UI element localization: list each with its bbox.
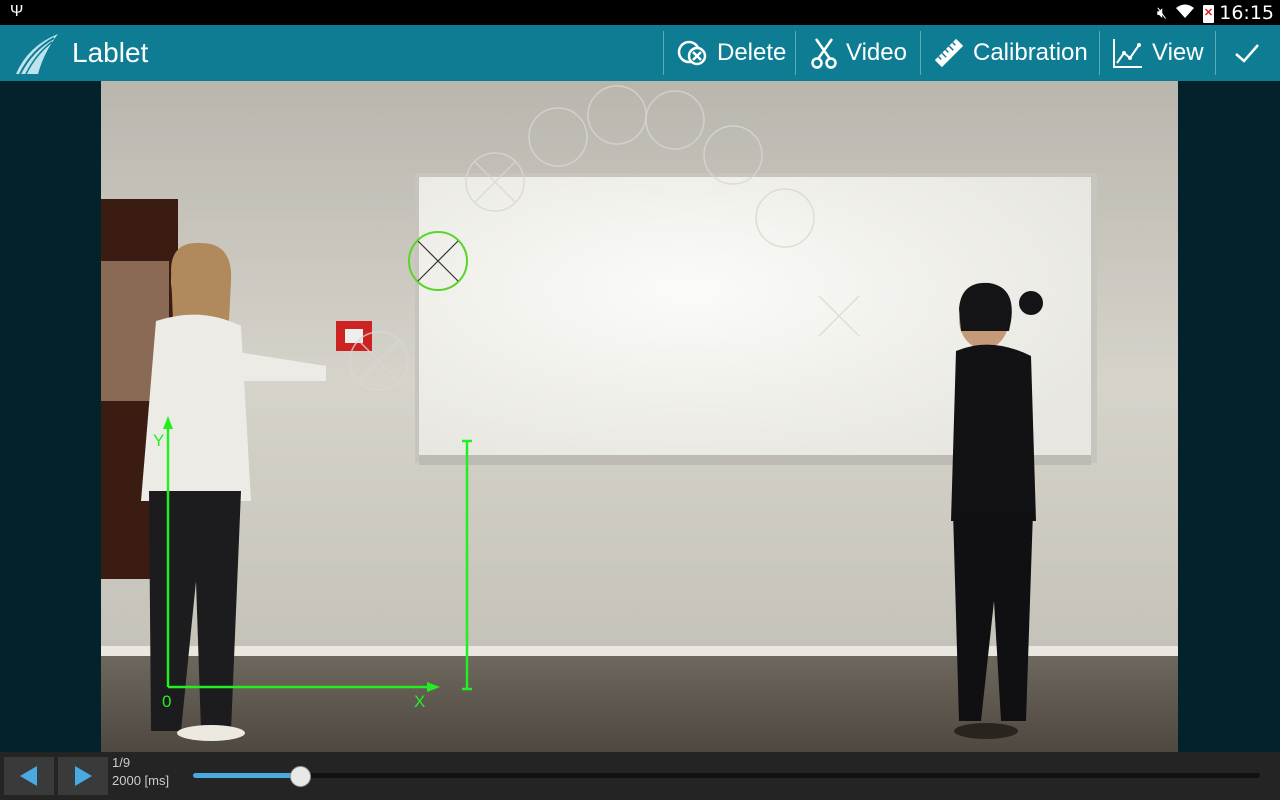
video-label: Video [846, 39, 907, 66]
video-canvas: Y 0 X [101, 81, 1178, 752]
triangle-left-icon [20, 766, 37, 786]
action-bar: Lablet Delete Video Calibration View [0, 25, 1280, 81]
origin-label: 0 [162, 692, 171, 711]
frame-time: 2000 [ms] [112, 773, 170, 788]
divider [920, 31, 921, 75]
battery-icon [1203, 4, 1214, 23]
delete-icon [677, 40, 707, 66]
divider [663, 31, 664, 75]
graph-icon [1113, 39, 1142, 68]
axis-y-label: Y [153, 431, 164, 450]
divider [1215, 31, 1216, 75]
app-logo-icon[interactable] [14, 32, 64, 76]
frame-index: 1/9 [112, 755, 131, 770]
view-button[interactable]: View [1112, 25, 1204, 81]
view-label: View [1152, 39, 1204, 66]
wifi-icon [1175, 3, 1195, 24]
previous-frame-button[interactable] [4, 757, 54, 795]
seek-bar-fill [193, 773, 300, 778]
divider [795, 31, 796, 75]
seek-bar[interactable] [193, 766, 1260, 787]
scissors-icon [811, 38, 837, 69]
divider [1099, 31, 1100, 75]
checkmark-icon [1235, 44, 1259, 63]
app-title: Lablet [72, 37, 149, 68]
delete-label: Delete [717, 39, 787, 66]
seek-bar-thumb[interactable] [289, 766, 311, 787]
mute-icon: 🔇︎ [1156, 4, 1167, 22]
triangle-right-icon [75, 766, 92, 786]
axis-x-label: X [414, 692, 425, 711]
status-bar: Ψ 🔇︎ 16:15 [0, 0, 1280, 25]
done-button[interactable] [1232, 25, 1270, 81]
video-frame[interactable]: Y 0 X [101, 81, 1178, 752]
video-button[interactable]: Video [810, 25, 907, 81]
usb-icon: Ψ [10, 3, 24, 20]
delete-button[interactable]: Delete [677, 25, 786, 81]
playback-bar: 1/9 2000 [ms] [0, 752, 1280, 800]
calibration-label: Calibration [973, 39, 1088, 66]
ruler-icon [934, 38, 964, 68]
clock: 16:15 [1219, 2, 1274, 24]
next-frame-button[interactable] [58, 757, 108, 795]
calibration-button[interactable]: Calibration [933, 25, 1088, 81]
